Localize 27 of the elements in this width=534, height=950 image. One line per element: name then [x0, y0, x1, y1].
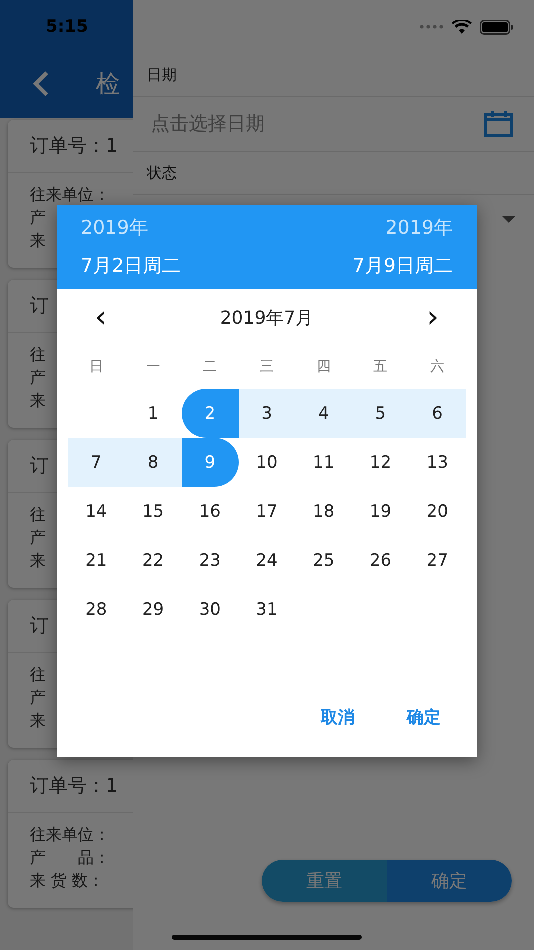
order-detail: 来	[30, 550, 46, 572]
order-detail: 产 品：	[30, 847, 110, 869]
order-detail: 往	[30, 664, 46, 686]
weekday-label: 四	[316, 358, 332, 377]
order-detail: 产	[30, 367, 46, 389]
order-detail: 往来单位：	[30, 824, 110, 846]
order-detail: 往	[30, 344, 46, 366]
page-title: 检	[96, 69, 120, 100]
order-detail: 来	[30, 710, 46, 732]
order-detail: 来	[30, 230, 46, 252]
order-detail: 产	[30, 527, 46, 549]
status-time: 5:15	[46, 17, 88, 37]
weekday-label: 三	[258, 358, 275, 377]
order-detail: 来	[30, 390, 46, 412]
date-label: 日期	[133, 54, 534, 97]
weekday-label: 五	[372, 358, 389, 377]
weekday-label: 日	[88, 358, 104, 377]
order-detail: 来 货 数：	[30, 870, 104, 892]
weekday-label: 六	[430, 358, 446, 377]
order-detail: 产	[30, 687, 46, 709]
status-label: 状态	[133, 152, 534, 195]
month-title: 2019年7月	[220, 307, 314, 330]
order-detail: 往	[30, 504, 46, 526]
order-detail: 往来单位：	[30, 184, 110, 206]
order-detail: 产	[30, 207, 46, 229]
weekday-label: 二	[202, 358, 218, 377]
weekday-label: 一	[145, 358, 162, 377]
